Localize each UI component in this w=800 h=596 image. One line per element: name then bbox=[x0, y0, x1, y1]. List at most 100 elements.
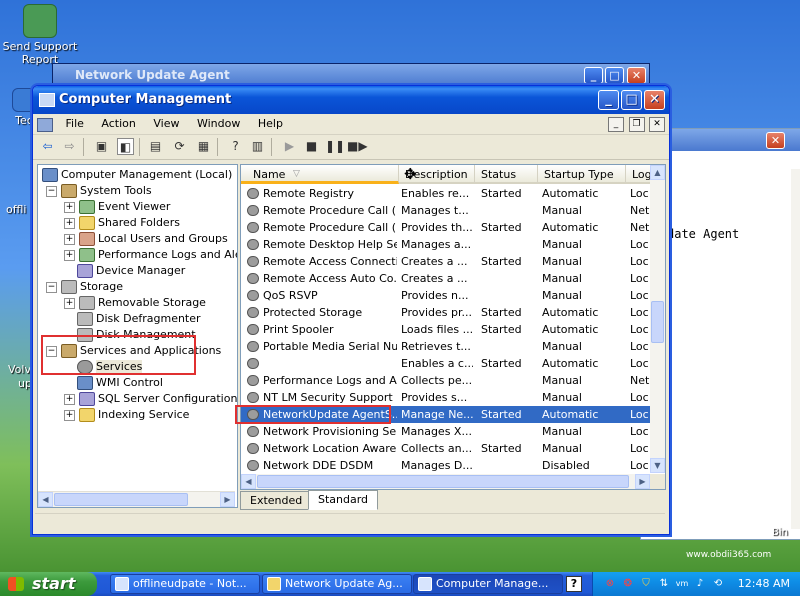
close-button[interactable]: ✕ bbox=[766, 132, 785, 149]
table-row[interactable]: Protected Storage Provides pr... Started Au… bbox=[241, 304, 650, 321]
tab-extended[interactable]: Extended bbox=[240, 491, 313, 510]
maximize-button[interactable]: □ bbox=[605, 67, 624, 84]
scroll-left-arrow-icon[interactable]: ◀ bbox=[241, 474, 256, 489]
table-row[interactable]: Remote Procedure Call (... Manages t... Ma… bbox=[241, 202, 650, 219]
menu-help[interactable]: Help bbox=[251, 114, 290, 134]
desktop-icon-label-up[interactable]: up bbox=[18, 377, 32, 390]
stop-service-icon[interactable]: ■ bbox=[303, 138, 320, 155]
scroll-right-arrow-icon[interactable]: ▶ bbox=[635, 474, 650, 489]
tree-node-shared-folders[interactable]: + Shared Folders bbox=[64, 215, 180, 230]
tree-horizontal-scrollbar[interactable]: ◀ ▶ bbox=[38, 491, 235, 507]
mdi-close-button[interactable]: ✕ bbox=[649, 117, 665, 132]
column-header-status[interactable]: Status bbox=[475, 165, 538, 184]
export-list-icon[interactable]: ▦ bbox=[195, 138, 212, 155]
services-list[interactable]: Name ▽ Description Status Startup Type L… bbox=[240, 164, 666, 490]
notepad-scrollbar[interactable] bbox=[791, 169, 800, 529]
close-button[interactable]: ✕ bbox=[627, 67, 646, 84]
refresh-icon[interactable]: ⟳ bbox=[171, 138, 188, 155]
desktop-icon-send-support-report[interactable]: Send Support Report bbox=[2, 4, 78, 66]
column-header-startup-type[interactable]: Startup Type bbox=[538, 165, 626, 184]
tree-node-services[interactable]: Services bbox=[77, 359, 143, 374]
list-horizontal-scrollbar[interactable]: ◀ ▶ bbox=[241, 474, 650, 489]
mmc-icon[interactable] bbox=[37, 118, 53, 132]
taskbar-clock[interactable]: 12:48 AM bbox=[738, 572, 790, 596]
minimize-button[interactable]: _ bbox=[584, 67, 603, 84]
menu-view[interactable]: View bbox=[146, 114, 186, 134]
tree-node-event-viewer[interactable]: + Event Viewer bbox=[64, 199, 170, 214]
tree-node-performance-logs[interactable]: +Performance Logs and Alerts bbox=[64, 247, 237, 262]
console-tree[interactable]: Computer Management (Local) − System Tool… bbox=[37, 164, 238, 508]
desktop-icon-label-volv[interactable]: Volv bbox=[8, 363, 31, 376]
desktop-icon-label-offli[interactable]: offli bbox=[6, 203, 26, 216]
tray-network-icon[interactable]: ⇅ bbox=[657, 577, 671, 591]
tray-security-icon[interactable]: ⊗ bbox=[603, 577, 617, 591]
restart-service-icon[interactable]: ■▶ bbox=[347, 138, 368, 155]
tab-standard[interactable]: Standard bbox=[308, 490, 379, 510]
expand-icon[interactable]: + bbox=[64, 297, 75, 309]
table-row[interactable]: Enables a c... Started Automatic Loc bbox=[241, 355, 650, 372]
show-hide-tree-icon[interactable]: ◧ bbox=[117, 138, 134, 155]
table-row[interactable]: Remote Access Auto Co... Creates a ... Man… bbox=[241, 270, 650, 287]
table-row[interactable]: QoS RSVP Provides n... Manual Loc bbox=[241, 287, 650, 304]
tree-node-sql-server-config[interactable]: +SQL Server Configuration Manager bbox=[64, 391, 237, 406]
scroll-left-arrow-icon[interactable]: ◀ bbox=[38, 492, 53, 507]
pause-service-icon[interactable]: ❚❚ bbox=[325, 138, 345, 155]
tray-speaker-icon[interactable]: ♪ bbox=[693, 577, 707, 591]
mdi-minimize-button[interactable]: _ bbox=[608, 117, 624, 132]
expand-icon[interactable]: + bbox=[64, 217, 75, 229]
scroll-down-arrow-icon[interactable]: ▼ bbox=[650, 458, 665, 473]
table-row[interactable]: Print Spooler Loads files ... Started Autom… bbox=[241, 321, 650, 338]
tree-node-root[interactable]: Computer Management (Local) bbox=[42, 167, 232, 182]
expand-icon[interactable]: + bbox=[64, 393, 75, 405]
tree-node-services-and-applications[interactable]: − Services and Applications bbox=[46, 343, 221, 358]
close-button[interactable]: ✕ bbox=[644, 90, 665, 110]
tree-node-wmi-control[interactable]: WMI Control bbox=[77, 375, 163, 390]
taskbar-item-notepad[interactable]: offlineudpate - Not... bbox=[110, 574, 260, 594]
menu-file[interactable]: File bbox=[59, 114, 91, 134]
properties-icon[interactable]: ▤ bbox=[147, 138, 164, 155]
window-titlebar[interactable]: Computer Management _ □ ✕ bbox=[33, 86, 669, 114]
tree-node-removable-storage[interactable]: + Removable Storage bbox=[64, 295, 206, 310]
forward-arrow-icon[interactable]: ⇨ bbox=[61, 138, 78, 155]
tree-node-storage[interactable]: − Storage bbox=[46, 279, 123, 294]
scrollbar-thumb[interactable] bbox=[54, 493, 188, 506]
menu-window[interactable]: Window bbox=[190, 114, 247, 134]
table-row[interactable]: Remote Procedure Call (... Provides th...… bbox=[241, 219, 650, 236]
tray-vm-icon[interactable]: vm bbox=[675, 577, 689, 591]
scroll-right-arrow-icon[interactable]: ▶ bbox=[220, 492, 235, 507]
table-row[interactable]: Network Provisioning Se... Manages X... Ma… bbox=[241, 423, 650, 440]
tree-node-disk-defragmenter[interactable]: Disk Defragmenter bbox=[77, 311, 201, 326]
collapse-icon[interactable]: − bbox=[46, 185, 57, 197]
expand-icon[interactable]: + bbox=[64, 233, 75, 245]
computer-management-window[interactable]: Computer Management _ □ ✕ File Action Vi… bbox=[32, 85, 670, 535]
table-row[interactable]: Remote Desktop Help Se... Manages a... Man… bbox=[241, 236, 650, 253]
table-row[interactable]: Network Location Aware... Collects an... S… bbox=[241, 440, 650, 457]
mdi-restore-button[interactable]: ❐ bbox=[628, 117, 645, 132]
maximize-button[interactable]: □ bbox=[621, 90, 642, 110]
table-row[interactable]: NT LM Security Support ... Provides s... M… bbox=[241, 389, 650, 406]
start-button[interactable]: start bbox=[0, 572, 97, 596]
taskbar-help-icon[interactable]: ? bbox=[566, 576, 582, 592]
scrollbar-thumb[interactable] bbox=[257, 475, 629, 488]
table-row[interactable]: Network DDE DSDM Manages D... Disabled Loc bbox=[241, 457, 650, 474]
start-service-icon[interactable]: ▶ bbox=[281, 138, 298, 155]
collapse-icon[interactable]: − bbox=[46, 281, 57, 293]
minimize-button[interactable]: _ bbox=[598, 90, 619, 110]
tree-node-system-tools[interactable]: − System Tools bbox=[46, 183, 152, 198]
back-arrow-icon[interactable]: ⇦ bbox=[39, 138, 56, 155]
table-row[interactable]: Remote Access Connecti... Creates a ... St… bbox=[241, 253, 650, 270]
console-tree-icon[interactable]: ▥ bbox=[249, 138, 266, 155]
expand-icon[interactable]: + bbox=[64, 409, 75, 421]
expand-icon[interactable]: + bbox=[64, 201, 75, 213]
help-icon[interactable]: ? bbox=[227, 138, 244, 155]
scrollbar-thumb[interactable] bbox=[651, 301, 664, 343]
menu-action[interactable]: Action bbox=[94, 114, 142, 134]
tree-node-local-users[interactable]: + Local Users and Groups bbox=[64, 231, 228, 246]
tree-node-disk-management[interactable]: Disk Management bbox=[77, 327, 196, 342]
tree-node-device-manager[interactable]: Device Manager bbox=[77, 263, 185, 278]
desktop-icon-label-bin[interactable]: Bin bbox=[772, 527, 788, 538]
table-row[interactable]: NetworkUpdate AgentS... Manage Ne... Start… bbox=[241, 406, 650, 423]
tray-update-icon[interactable]: ⟲ bbox=[711, 577, 725, 591]
table-row[interactable]: Portable Media Serial Nu... Retrieves t..… bbox=[241, 338, 650, 355]
scroll-up-arrow-icon[interactable]: ▲ bbox=[650, 165, 665, 180]
